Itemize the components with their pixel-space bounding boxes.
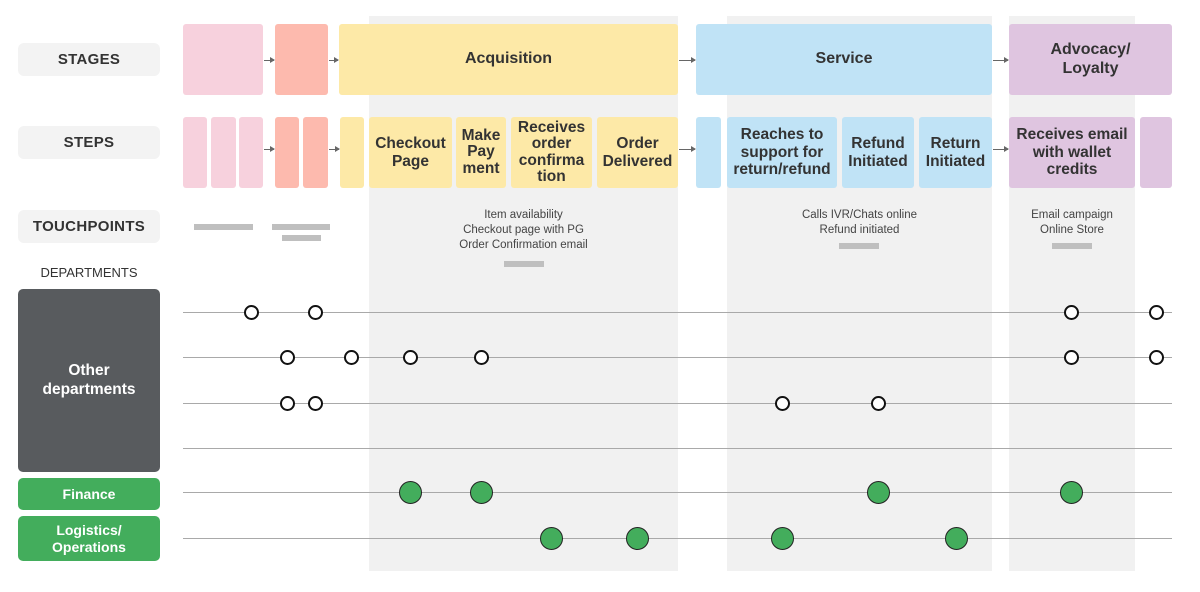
touchpoint-node-hollow[interactable] <box>343 349 359 365</box>
step-box[interactable] <box>275 117 299 188</box>
touchpoint-node-hollow[interactable] <box>774 395 790 411</box>
step-receives-email-wallet-credits[interactable]: Receives email with wallet credits <box>1009 117 1135 188</box>
lane-line <box>183 312 1172 313</box>
touchpoint-item: Calls IVR/Chats online <box>801 209 918 221</box>
touchpoint-node-filled[interactable] <box>866 480 890 504</box>
lane-line <box>183 357 1172 358</box>
touchpoints-acquisition: Item availability Checkout page with PG … <box>369 208 678 253</box>
touchpoint-node-hollow[interactable] <box>1063 304 1079 320</box>
touchpoint-node-filled[interactable] <box>539 526 563 550</box>
stage-arrow-4 <box>993 57 1009 63</box>
step-arrow-4 <box>993 146 1009 152</box>
department-logistics-operations[interactable]: Logistics/ Operations <box>18 516 160 561</box>
step-order-delivered[interactable]: Order Delivered <box>597 117 678 188</box>
stage-box-2[interactable] <box>275 24 328 95</box>
touchpoint-placeholder-bar <box>504 261 544 267</box>
stages-row-label: STAGES <box>18 43 160 76</box>
lane-line <box>183 492 1172 493</box>
touchpoint-node-hollow[interactable] <box>402 349 418 365</box>
touchpoint-node-filled[interactable] <box>625 526 649 550</box>
touchpoint-node-filled[interactable] <box>1059 480 1083 504</box>
touchpoint-item: Checkout page with PG <box>463 224 584 236</box>
touchpoint-placeholder-bar <box>1052 243 1092 249</box>
touchpoint-node-filled[interactable] <box>944 526 968 550</box>
touchpoint-node-hollow[interactable] <box>307 395 323 411</box>
step-arrow-3 <box>679 146 696 152</box>
lane-line <box>183 403 1172 404</box>
step-box[interactable] <box>696 117 721 188</box>
touchpoints-row-label: TOUCHPOINTS <box>18 210 160 243</box>
step-make-payment[interactable]: Make Pay ment <box>456 117 506 188</box>
touchpoint-node-filled[interactable] <box>398 480 422 504</box>
step-return-initiated[interactable]: Return Initiated <box>919 117 992 188</box>
touchpoint-item: Online Store <box>1040 224 1104 236</box>
touchpoint-node-hollow[interactable] <box>1148 349 1164 365</box>
touchpoint-node-filled[interactable] <box>469 480 493 504</box>
touchpoint-placeholder-bar <box>839 243 879 249</box>
stage-acquisition[interactable]: Acquisition <box>339 24 678 95</box>
step-box[interactable] <box>239 117 263 188</box>
touchpoint-node-hollow[interactable] <box>279 395 295 411</box>
touchpoint-placeholder-bar <box>272 224 330 230</box>
step-reaches-support[interactable]: Reaches to support for return/refund <box>727 117 837 188</box>
touchpoint-node-hollow[interactable] <box>243 304 259 320</box>
lane-line <box>183 538 1172 539</box>
department-other[interactable]: Other departments <box>18 289 160 472</box>
touchpoint-item: Email campaign <box>1031 209 1113 221</box>
step-receives-order-confirmation[interactable]: Receives order confirma tion <box>511 117 592 188</box>
touchpoint-item: Order Confirmation email <box>459 239 588 251</box>
step-box[interactable] <box>340 117 364 188</box>
step-refund-initiated[interactable]: Refund Initiated <box>842 117 914 188</box>
touchpoint-placeholder-bar <box>282 235 321 241</box>
touchpoint-placeholder-bar <box>194 224 253 230</box>
stage-arrow-2 <box>329 57 339 63</box>
step-arrow-1 <box>264 146 275 152</box>
touchpoint-node-filled[interactable] <box>770 526 794 550</box>
touchpoints-advocacy: Email campaign Online Store <box>1009 208 1135 238</box>
touchpoint-node-hollow[interactable] <box>473 349 489 365</box>
step-box[interactable] <box>1140 117 1172 188</box>
touchpoint-node-hollow[interactable] <box>1148 304 1164 320</box>
stage-arrow-1 <box>264 57 275 63</box>
lane-line <box>183 448 1172 449</box>
departments-row-label: DEPARTMENTS <box>40 264 138 280</box>
step-box[interactable] <box>211 117 236 188</box>
touchpoint-node-hollow[interactable] <box>279 349 295 365</box>
touchpoint-node-hollow[interactable] <box>307 304 323 320</box>
step-box[interactable] <box>303 117 328 188</box>
touchpoints-service: Calls IVR/Chats online Refund initiated <box>727 208 992 238</box>
stage-arrow-3 <box>679 57 696 63</box>
step-box[interactable] <box>183 117 207 188</box>
step-checkout-page[interactable]: Checkout Page <box>369 117 452 188</box>
department-finance[interactable]: Finance <box>18 478 160 510</box>
stage-box-1[interactable] <box>183 24 263 95</box>
touchpoint-node-hollow[interactable] <box>1063 349 1079 365</box>
service-column-shade <box>727 16 992 571</box>
touchpoint-item: Item availability <box>484 209 563 221</box>
stage-advocacy-loyalty[interactable]: Advocacy/ Loyalty <box>1009 24 1172 95</box>
stage-service[interactable]: Service <box>696 24 992 95</box>
touchpoint-node-hollow[interactable] <box>870 395 886 411</box>
step-arrow-2 <box>329 146 340 152</box>
touchpoint-item: Refund initiated <box>819 224 900 236</box>
steps-row-label: STEPS <box>18 126 160 159</box>
